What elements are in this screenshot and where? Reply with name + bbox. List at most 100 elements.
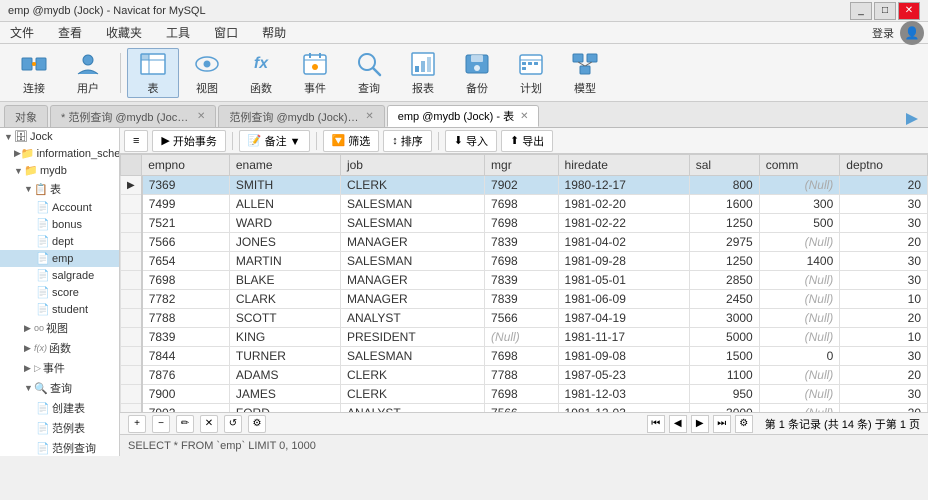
col-mgr[interactable]: mgr: [485, 155, 558, 176]
tab-object[interactable]: 对象: [4, 105, 48, 127]
cell-comm[interactable]: (Null): [759, 328, 840, 347]
cell-ename[interactable]: WARD: [229, 214, 340, 233]
cell-deptno[interactable]: 20: [840, 366, 928, 385]
cell-sal[interactable]: 3000: [689, 309, 759, 328]
cell-sal[interactable]: 2450: [689, 290, 759, 309]
cell-mgr[interactable]: 7698: [485, 252, 558, 271]
sidebar-item-account[interactable]: 📄 Account: [0, 199, 119, 216]
table-row[interactable]: 7499ALLENSALESMAN76981981-02-20160030030: [121, 195, 928, 214]
cell-mgr[interactable]: 7698: [485, 347, 558, 366]
cell-mgr[interactable]: 7698: [485, 385, 558, 404]
cell-deptno[interactable]: 20: [840, 176, 928, 195]
cell-sal[interactable]: 3000: [689, 404, 759, 413]
cell-sal[interactable]: 5000: [689, 328, 759, 347]
cell-job[interactable]: MANAGER: [340, 233, 484, 252]
cell-ename[interactable]: TURNER: [229, 347, 340, 366]
menu-help[interactable]: 帮助: [256, 22, 292, 43]
settings-bottom-button[interactable]: ⚙: [248, 415, 266, 433]
cell-job[interactable]: SALESMAN: [340, 195, 484, 214]
delete-row-button[interactable]: −: [152, 415, 170, 433]
import-button[interactable]: ⬇ 导入: [445, 130, 497, 152]
tab-table[interactable]: emp @mydb (Jock) - 表 ✕: [387, 105, 540, 127]
cell-deptno[interactable]: 20: [840, 309, 928, 328]
cell-sal[interactable]: 1250: [689, 214, 759, 233]
cell-deptno[interactable]: 30: [840, 347, 928, 366]
cell-job[interactable]: SALESMAN: [340, 214, 484, 233]
cell-sal[interactable]: 1250: [689, 252, 759, 271]
cell-empno[interactable]: 7369: [142, 176, 230, 195]
cell-empno[interactable]: 7499: [142, 195, 230, 214]
cell-empno[interactable]: 7839: [142, 328, 230, 347]
cell-empno[interactable]: 7902: [142, 404, 230, 413]
sort-button[interactable]: ↕ 排序: [383, 130, 432, 152]
cell-job[interactable]: CLERK: [340, 385, 484, 404]
cell-mgr[interactable]: 7902: [485, 176, 558, 195]
cell-mgr[interactable]: (Null): [485, 328, 558, 347]
cell-hiredate[interactable]: 1980-12-17: [558, 176, 689, 195]
first-page-button[interactable]: ⏮: [647, 415, 665, 433]
tab-query1[interactable]: * 范例查询 @mydb (Jock) - ... ✕: [50, 105, 216, 127]
tab-query1-close[interactable]: ✕: [197, 111, 205, 122]
cell-empno[interactable]: 7521: [142, 214, 230, 233]
col-sal[interactable]: sal: [689, 155, 759, 176]
cell-ename[interactable]: SCOTT: [229, 309, 340, 328]
cell-hiredate[interactable]: 1981-02-22: [558, 214, 689, 233]
col-deptno[interactable]: deptno: [840, 155, 928, 176]
cell-comm[interactable]: (Null): [759, 176, 840, 195]
sidebar-item-functions[interactable]: ▶ f(x) 函数: [0, 338, 119, 358]
sidebar-item-jock[interactable]: ▼ 🗄 Jock: [0, 128, 119, 145]
cell-deptno[interactable]: 10: [840, 290, 928, 309]
table-row[interactable]: 7782CLARKMANAGER78391981-06-092450(Null)…: [121, 290, 928, 309]
cell-empno[interactable]: 7900: [142, 385, 230, 404]
cell-ename[interactable]: CLARK: [229, 290, 340, 309]
cell-ename[interactable]: MARTIN: [229, 252, 340, 271]
cell-deptno[interactable]: 20: [840, 233, 928, 252]
cell-hiredate[interactable]: 1981-12-03: [558, 404, 689, 413]
pagination-settings-button[interactable]: ⚙: [735, 415, 753, 433]
table-row[interactable]: 7900JAMESCLERK76981981-12-03950(Null)30: [121, 385, 928, 404]
sidebar-item-bonus[interactable]: 📄 bonus: [0, 216, 119, 233]
cell-empno[interactable]: 7876: [142, 366, 230, 385]
filter-button[interactable]: 🔽 筛选: [323, 130, 380, 152]
col-hiredate[interactable]: hiredate: [558, 155, 689, 176]
cell-hiredate[interactable]: 1981-05-01: [558, 271, 689, 290]
tool-model[interactable]: 模型: [559, 48, 611, 98]
table-row[interactable]: 7844TURNERSALESMAN76981981-09-081500030: [121, 347, 928, 366]
login-button[interactable]: 登录: [872, 25, 894, 41]
sidebar-item-create-table[interactable]: 📄 创建表: [0, 398, 119, 418]
col-job[interactable]: job: [340, 155, 484, 176]
tool-query[interactable]: 查询: [343, 48, 395, 98]
prev-page-button[interactable]: ◀: [669, 415, 687, 433]
cell-mgr[interactable]: 7698: [485, 195, 558, 214]
sidebar-item-views[interactable]: ▶ oo 视图: [0, 318, 119, 338]
cell-comm[interactable]: (Null): [759, 404, 840, 413]
cell-ename[interactable]: ADAMS: [229, 366, 340, 385]
cell-job[interactable]: MANAGER: [340, 290, 484, 309]
table-row[interactable]: 7654MARTINSALESMAN76981981-09-2812501400…: [121, 252, 928, 271]
cell-ename[interactable]: BLAKE: [229, 271, 340, 290]
cell-ename[interactable]: FORD: [229, 404, 340, 413]
cell-mgr[interactable]: 7839: [485, 271, 558, 290]
cell-deptno[interactable]: 10: [840, 328, 928, 347]
cell-comm[interactable]: 300: [759, 195, 840, 214]
last-page-button[interactable]: ⏭: [713, 415, 731, 433]
add-row-button[interactable]: +: [128, 415, 146, 433]
minimize-button[interactable]: _: [850, 2, 872, 20]
tool-event[interactable]: 事件: [289, 48, 341, 98]
table-row[interactable]: 7566JONESMANAGER78391981-04-022975(Null)…: [121, 233, 928, 252]
cell-deptno[interactable]: 30: [840, 214, 928, 233]
table-row[interactable]: 7521WARDSALESMAN76981981-02-22125050030: [121, 214, 928, 233]
cell-comm[interactable]: (Null): [759, 233, 840, 252]
menu-window[interactable]: 窗口: [208, 22, 244, 43]
sidebar-item-emp[interactable]: 📄 emp: [0, 250, 119, 267]
cell-deptno[interactable]: 30: [840, 195, 928, 214]
cell-sal[interactable]: 950: [689, 385, 759, 404]
close-button[interactable]: ✕: [898, 2, 920, 20]
maximize-button[interactable]: □: [874, 2, 896, 20]
cell-hiredate[interactable]: 1981-02-20: [558, 195, 689, 214]
cell-deptno[interactable]: 30: [840, 385, 928, 404]
data-table-container[interactable]: empno ename job mgr hiredate sal comm de…: [120, 154, 928, 412]
table-row[interactable]: ▶7369SMITHCLERK79021980-12-17800(Null)20: [121, 176, 928, 195]
cell-job[interactable]: ANALYST: [340, 404, 484, 413]
tool-report[interactable]: 报表: [397, 48, 449, 98]
